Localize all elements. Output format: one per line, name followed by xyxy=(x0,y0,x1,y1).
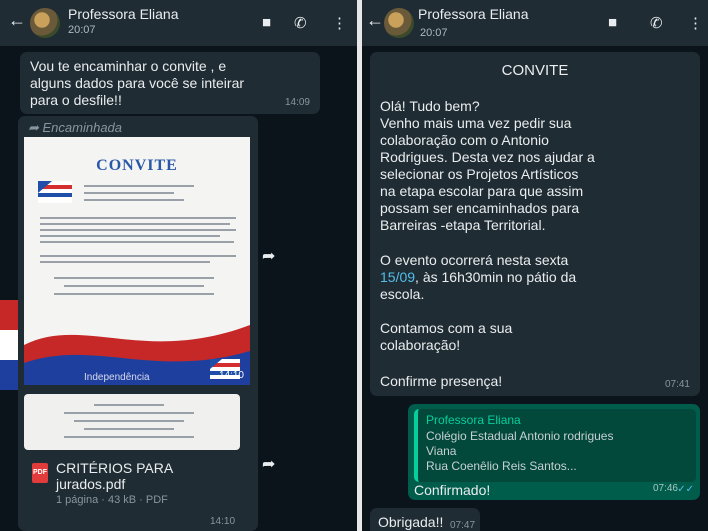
video-call-icon[interactable]: ■ xyxy=(608,14,617,31)
message-time: 07:41 xyxy=(664,379,690,390)
message-text: Vou te encaminhar o convite , e alguns d… xyxy=(30,58,245,108)
quoted-author: Professora Eliana xyxy=(426,413,521,427)
event-date-link[interactable]: 15/09 xyxy=(380,269,415,285)
more-options-icon[interactable]: ⋮ xyxy=(332,14,347,32)
voice-call-icon[interactable]: ✆ xyxy=(294,14,307,32)
image-time: 14:10 xyxy=(218,370,244,381)
chat-header: ← Professora Eliana 20:07 ■ ✆ ⋮ xyxy=(362,0,708,46)
message-bubble[interactable]: CONVITE Olá! Tudo bem? Venho mais uma ve… xyxy=(370,52,700,396)
avatar[interactable] xyxy=(384,8,414,38)
message-time: 14:09 xyxy=(284,97,310,108)
header-time: 20:07 xyxy=(420,27,448,39)
pdf-time: 14:10 xyxy=(210,516,236,527)
message-thanks: Contamos com a sua colaboração! xyxy=(380,320,513,353)
share-icon[interactable]: ➦ xyxy=(262,454,275,474)
message-time: 07:47 xyxy=(450,520,476,531)
forwarded-label: ➦ Encaminhada xyxy=(28,120,123,135)
quoted-text: Colégio Estadual Antonio rodrigues Viana… xyxy=(426,429,614,473)
back-arrow-icon[interactable]: ← xyxy=(8,10,26,31)
quoted-message[interactable]: Professora Eliana Colégio Estadual Anton… xyxy=(414,409,696,482)
more-options-icon[interactable]: ⋮ xyxy=(688,14,703,32)
right-chat-screen: ← Professora Eliana 20:07 ■ ✆ ⋮ CONVITE … xyxy=(362,0,708,531)
voice-call-icon[interactable]: ✆ xyxy=(650,14,663,32)
message-confirm-request: Confirme presença! xyxy=(380,373,503,389)
message-bubble[interactable]: Obrigada!! 07:47 xyxy=(370,508,480,531)
message-greeting: Olá! Tudo bem? xyxy=(380,98,480,114)
video-call-icon[interactable]: ■ xyxy=(262,14,271,31)
invite-footer-text: Independência xyxy=(84,372,150,383)
left-chat-screen: ← Professora Eliana 20:07 ■ ✆ ⋮ Vou te e… xyxy=(0,0,357,531)
invite-image[interactable]: CONVITE Independência 14:10 xyxy=(24,137,250,385)
share-icon[interactable]: ➦ xyxy=(262,246,275,266)
screenshot-collage: ← Professora Eliana 20:07 ■ ✆ ⋮ Vou te e… xyxy=(0,0,708,531)
message-bubble[interactable]: Vou te encaminhar o convite , e alguns d… xyxy=(20,52,320,114)
reply-time: 07:46 xyxy=(652,483,678,494)
message-text: Obrigada!! xyxy=(378,514,444,530)
pdf-preview[interactable] xyxy=(24,394,240,450)
invite-image-title: CONVITE xyxy=(96,157,178,174)
message-event-info: O evento ocorrerá nesta sexta 15/09, às … xyxy=(380,252,700,303)
chat-header: ← Professora Eliana 20:07 ■ ✆ ⋮ xyxy=(0,0,357,46)
background-flag-fragment xyxy=(0,300,18,390)
header-time: 20:07 xyxy=(68,24,96,36)
avatar[interactable] xyxy=(30,8,60,38)
pdf-file-icon: PDF xyxy=(32,463,48,483)
forwarded-text: Encaminhada xyxy=(42,120,123,135)
pdf-meta: 1 página · 43 kB · PDF xyxy=(56,494,168,506)
read-receipt-icon: ✓✓ xyxy=(677,484,694,495)
reply-text: Confirmado! xyxy=(414,482,491,498)
pdf-filename[interactable]: CRITÉRIOS PARA jurados.pdf xyxy=(56,460,246,492)
back-arrow-icon[interactable]: ← xyxy=(366,10,384,31)
bahia-flag-icon xyxy=(38,181,72,203)
contact-name[interactable]: Professora Eliana xyxy=(68,6,179,22)
event-text: O evento ocorrerá nesta sexta xyxy=(380,252,569,268)
message-title: CONVITE xyxy=(501,62,569,79)
contact-name[interactable]: Professora Eliana xyxy=(418,6,529,22)
message-body: Venho mais uma vez pedir sua colaboração… xyxy=(380,115,595,233)
